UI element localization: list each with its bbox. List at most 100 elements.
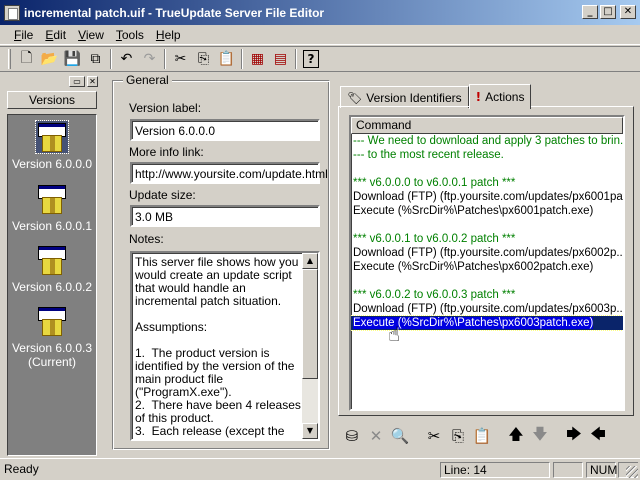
command-column-header[interactable]: Command <box>351 117 623 134</box>
new-file-icon[interactable]: 🗋 <box>15 48 38 70</box>
version-label: Version 6.0.0.0 <box>11 157 93 171</box>
close-button[interactable]: ✕ <box>620 5 636 19</box>
sidebar-splitter[interactable] <box>102 74 106 456</box>
version-item-6-0-0-3[interactable]: Version 6.0.0.3 (Current) <box>8 305 96 369</box>
general-group-title: General <box>123 73 172 87</box>
command-row[interactable]: Download (FTP) (ftp.yoursite.com/updates… <box>351 302 623 316</box>
menu-file[interactable]: File <box>8 26 39 44</box>
minimize-button[interactable]: _ <box>582 5 598 19</box>
toolbar-separator <box>164 49 166 69</box>
versions-list[interactable]: Version 6.0.0.0 Version 6.0.0.1 Version … <box>7 114 97 456</box>
menu-view[interactable]: View <box>72 26 110 44</box>
build-icon[interactable]: ▦ <box>246 48 269 70</box>
publish-icon[interactable]: ▤ <box>269 48 292 70</box>
resize-grip[interactable] <box>626 466 638 478</box>
notes-scrollbar[interactable]: ▲ ▼ <box>302 253 318 439</box>
version-item-6-0-0-0[interactable]: Version 6.0.0.0 <box>8 120 96 171</box>
menu-edit[interactable]: Edit <box>39 26 72 44</box>
add-action-icon[interactable]: ⛁ <box>340 425 364 447</box>
paste-icon[interactable]: 📋 <box>215 48 238 70</box>
scroll-down-button[interactable]: ▼ <box>302 423 318 439</box>
find-icon[interactable]: 🔍 <box>388 425 412 447</box>
command-row[interactable]: Download (FTP) (ftp.yoursite.com/updates… <box>351 190 623 204</box>
command-list[interactable]: Command --- We need to download and appl… <box>349 115 625 411</box>
app-icon[interactable] <box>4 4 20 21</box>
tab-strip: 🏷 Version Identifiers ! Actions <box>340 84 532 109</box>
command-row[interactable]: --- We need to download and apply 3 patc… <box>351 134 623 148</box>
tab-label: Version Identifiers <box>366 90 462 105</box>
redo-icon[interactable]: ↷ <box>138 48 161 70</box>
command-text: *** v6.0.0.0 to v6.0.0.1 patch *** <box>353 177 516 189</box>
notes-caption: Notes: <box>129 232 164 246</box>
version-label: Version 6.0.0.1 <box>11 219 93 233</box>
sidebar-titlebar: ▭ ✕ <box>4 74 100 88</box>
menu-help[interactable]: Help <box>150 26 187 44</box>
sidebar-close-button[interactable]: ✕ <box>87 75 98 87</box>
tab-label: Actions <box>485 90 525 104</box>
outdent-icon[interactable]: 🡄 <box>586 425 610 447</box>
toolbar-separator <box>110 49 112 69</box>
toolbar-grip[interactable] <box>8 49 11 69</box>
version-label: Version 6.0.0.2 <box>11 280 93 294</box>
version-package-icon <box>36 244 68 276</box>
update-size-caption: Update size: <box>129 188 196 202</box>
version-package-icon <box>35 120 69 154</box>
command-row[interactable] <box>351 274 623 288</box>
command-text: *** v6.0.0.1 to v6.0.0.2 patch *** <box>353 233 516 245</box>
tab-version-identifiers[interactable]: 🏷 Version Identifiers <box>340 86 469 108</box>
title-bar: incremental patch.uif - TrueUpdate Serve… <box>0 0 640 25</box>
version-item-6-0-0-2[interactable]: Version 6.0.0.2 <box>8 244 96 294</box>
notes-text: This server file shows how you would cre… <box>135 255 301 440</box>
copy-icon[interactable]: ⎘ <box>192 48 215 70</box>
command-row[interactable]: *** v6.0.0.1 to v6.0.0.2 patch *** <box>351 232 623 246</box>
scroll-up-button[interactable]: ▲ <box>302 253 318 269</box>
version-label-caption: Version label: <box>129 101 202 115</box>
delete-icon[interactable]: ✕ <box>364 425 388 447</box>
command-row[interactable]: *** v6.0.0.2 to v6.0.0.3 patch *** <box>351 288 623 302</box>
sidebar-pin-button[interactable]: ▭ <box>69 75 85 87</box>
more-info-field[interactable]: http://www.yoursite.com/update.html <box>130 162 328 184</box>
command-row[interactable]: --- to the most recent release. <box>351 148 623 162</box>
command-row[interactable]: Execute (%SrcDir%\Patches\px6002patch.ex… <box>351 260 623 274</box>
save-all-icon[interactable]: ⧉ <box>84 48 107 70</box>
save-icon[interactable]: 💾 <box>61 48 84 70</box>
paste-icon[interactable]: 📋 <box>470 425 494 447</box>
command-row[interactable] <box>351 162 623 176</box>
help-icon[interactable]: ? <box>303 50 319 68</box>
notes-textarea[interactable]: This server file shows how you would cre… <box>130 251 320 441</box>
menu-tools[interactable]: Tools <box>110 26 150 44</box>
command-text: Download (FTP) (ftp.yoursite.com/updates… <box>353 303 625 315</box>
move-up-icon[interactable]: 🡅 <box>504 425 528 447</box>
window-controls: _ □ ✕ <box>582 5 636 19</box>
tab-actions[interactable]: ! Actions <box>468 84 532 109</box>
version-label-field[interactable]: Version 6.0.0.0 <box>130 119 320 141</box>
cut-icon[interactable]: ✂ <box>169 48 192 70</box>
update-size-field[interactable]: 3.0 MB <box>130 205 320 227</box>
actions-panel: Command --- We need to download and appl… <box>338 106 634 416</box>
exclamation-icon: ! <box>475 90 482 104</box>
status-line: Line: 14 <box>440 462 550 478</box>
status-bar: Ready Line: 14 NUM <box>0 458 640 480</box>
general-group: General Version label: Version 6.0.0.0 M… <box>112 73 330 450</box>
move-down-icon[interactable]: 🡇 <box>528 425 552 447</box>
copy-icon[interactable]: ⎘ <box>446 425 470 447</box>
command-row[interactable]: Execute (%SrcDir%\Patches\px6001patch.ex… <box>351 204 623 218</box>
undo-icon[interactable]: ↶ <box>115 48 138 70</box>
open-folder-icon[interactable]: 📂 <box>38 48 61 70</box>
command-row[interactable] <box>351 218 623 232</box>
hand-cursor-icon: ☝ <box>388 322 401 346</box>
versions-header-button[interactable]: Versions <box>7 91 97 109</box>
command-text: *** v6.0.0.2 to v6.0.0.3 patch *** <box>353 289 516 301</box>
command-row[interactable]: Download (FTP) (ftp.yoursite.com/updates… <box>351 246 623 260</box>
status-num: NUM <box>586 462 617 478</box>
maximize-button[interactable]: □ <box>600 5 616 19</box>
command-row[interactable]: *** v6.0.0.0 to v6.0.0.1 patch *** <box>351 176 623 190</box>
version-item-6-0-0-1[interactable]: Version 6.0.0.1 <box>8 183 96 233</box>
cut-icon[interactable]: ✂ <box>422 425 446 447</box>
command-rows: --- We need to download and apply 3 patc… <box>351 134 623 331</box>
scroll-thumb[interactable] <box>302 269 318 379</box>
main-toolbar: 🗋 📂 💾 ⧉ ↶ ↷ ✂ ⎘ 📋 ▦ ▤ ? <box>0 46 640 72</box>
command-text: Execute (%SrcDir%\Patches\px6002patch.ex… <box>353 261 594 273</box>
indent-icon[interactable]: 🡆 <box>562 425 586 447</box>
tag-icon: 🏷 <box>347 90 363 105</box>
